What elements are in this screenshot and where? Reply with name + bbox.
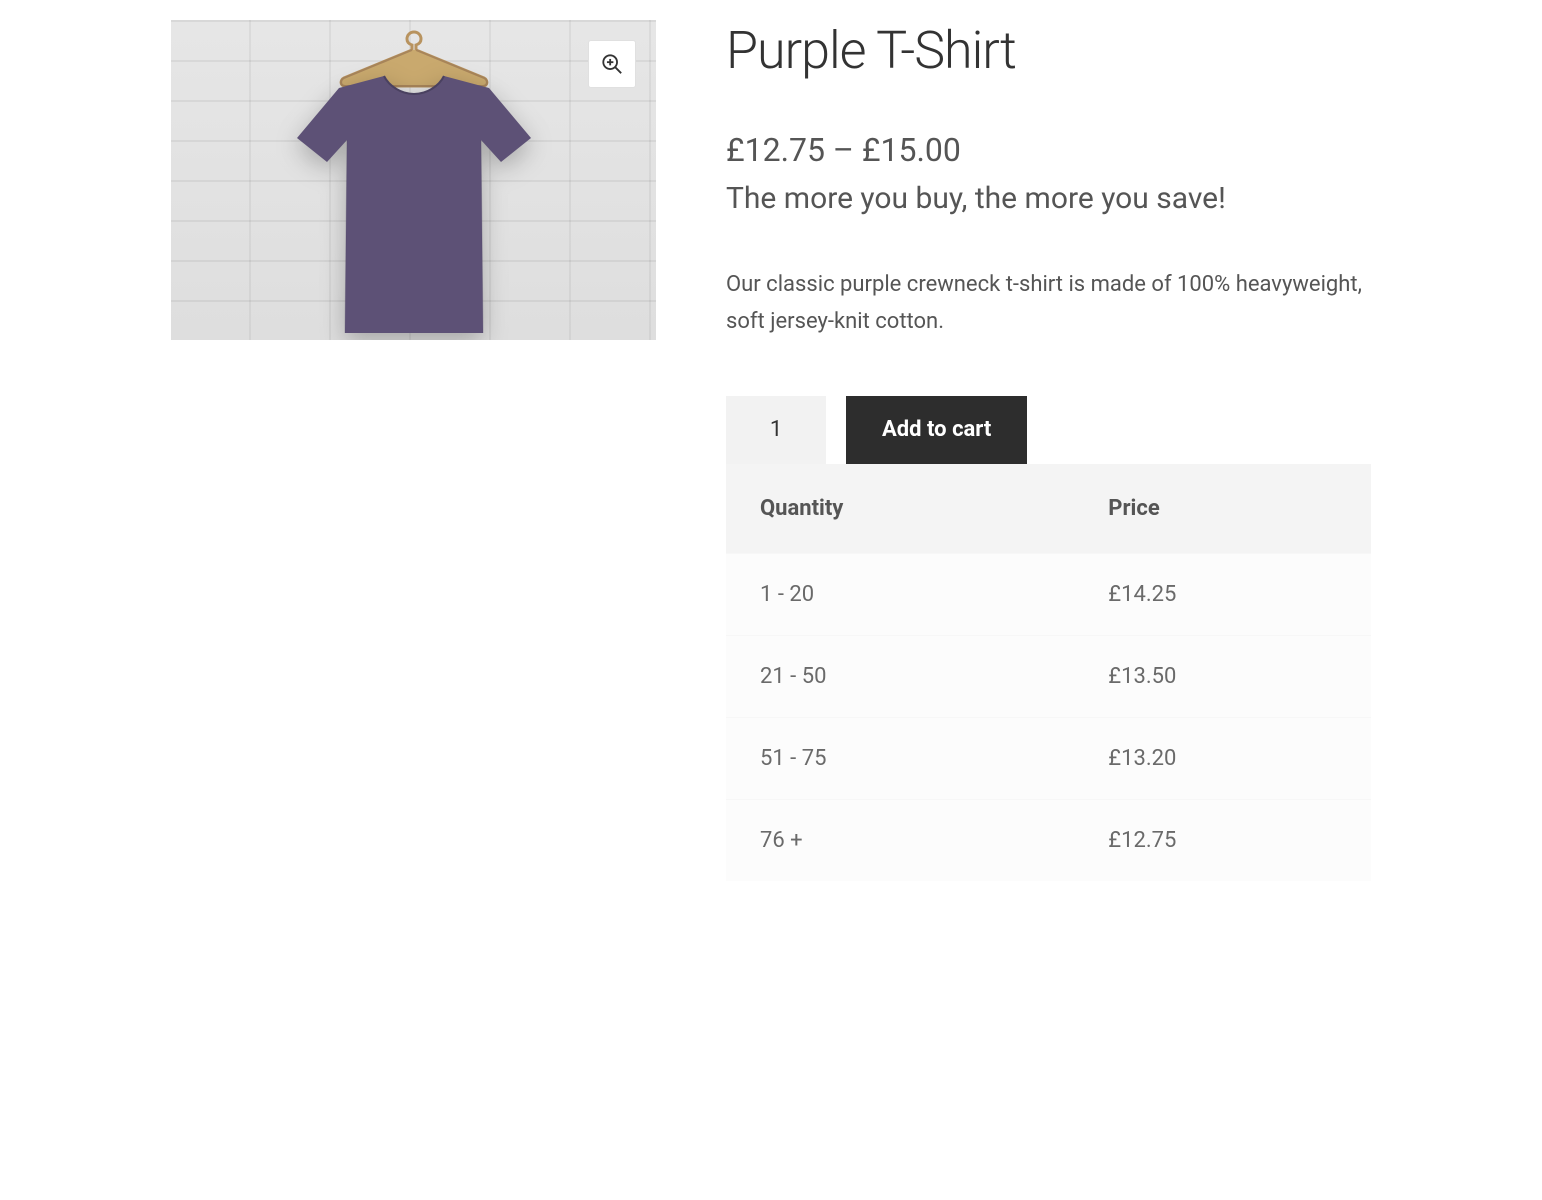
product-container: Purple T-Shirt £12.75 – £15.00 The more … [171,20,1371,881]
add-to-cart-button[interactable]: Add to cart [846,396,1027,464]
zoom-in-icon [601,53,623,75]
quantity-cell: 1 - 20 [726,553,1074,635]
quantity-cell: 51 - 75 [726,717,1074,799]
product-image-wrapper [171,20,656,881]
table-row: 21 - 50 £13.50 [726,635,1371,717]
table-row: 76 + £12.75 [726,799,1371,881]
price-cell: £12.75 [1074,799,1371,881]
quantity-cell: 76 + [726,799,1074,881]
price-cell: £14.25 [1074,553,1371,635]
tshirt-graphic [289,68,539,340]
table-row: 51 - 75 £13.20 [726,717,1371,799]
price-range: £12.75 – £15.00 [726,131,1371,169]
product-image[interactable] [171,20,656,340]
price-cell: £13.50 [1074,635,1371,717]
quantity-cell: 21 - 50 [726,635,1074,717]
cart-row: Add to cart [726,396,1371,464]
product-description: Our classic purple crewneck t-shirt is m… [726,266,1371,341]
zoom-button[interactable] [588,40,636,88]
product-details: Purple T-Shirt £12.75 – £15.00 The more … [726,20,1371,881]
promo-text: The more you buy, the more you save! [726,181,1371,216]
price-cell: £13.20 [1074,717,1371,799]
product-title: Purple T-Shirt [726,20,1371,81]
pricing-table: Quantity Price 1 - 20 £14.25 21 - 50 £13… [726,464,1371,881]
pricing-table-header-row: Quantity Price [726,464,1371,554]
price-header: Price [1074,464,1371,554]
quantity-header: Quantity [726,464,1074,554]
quantity-input[interactable] [726,396,826,464]
table-row: 1 - 20 £14.25 [726,553,1371,635]
